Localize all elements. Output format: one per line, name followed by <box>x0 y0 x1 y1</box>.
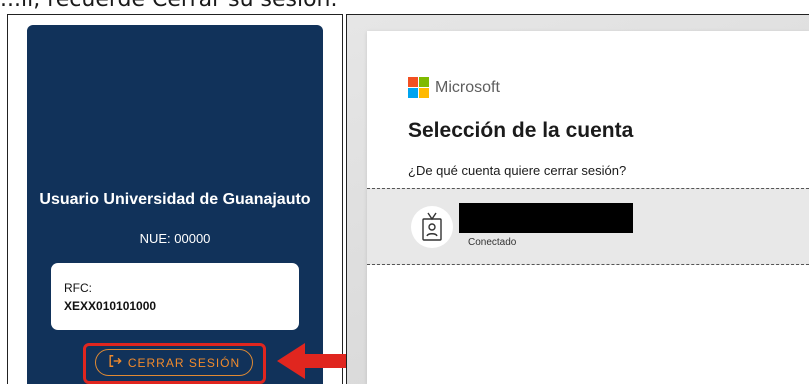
instruction-caption: ...ll, recuerde Cerrar su sesión. <box>0 0 420 13</box>
account-tile[interactable]: Conectado <box>367 188 809 265</box>
rfc-box: RFC: XEXX010101000 <box>51 263 299 330</box>
logout-icon <box>108 354 122 371</box>
question-text: ¿De qué cuenta quiere cerrar sesión? <box>408 163 627 178</box>
account-picker-card: Microsoft Selección de la cuenta ¿De qué… <box>367 31 809 384</box>
rfc-value: XEXX010101000 <box>64 299 157 313</box>
badge-icon <box>411 206 453 248</box>
rfc-label: RFC: <box>64 281 92 295</box>
user-name: Usuario Universidad de Guanajauto <box>39 191 311 208</box>
user-nue: NUE: 00000 <box>139 231 211 246</box>
microsoft-brand: Microsoft <box>435 78 500 96</box>
account-status: Conectado <box>468 237 517 248</box>
redacted-account-name <box>459 203 633 233</box>
profile-card: Usuario Universidad de Guanajauto NUE: 0… <box>27 25 323 384</box>
page-title: Selección de la cuenta <box>408 119 634 142</box>
logout-label: CERRAR SESIÓN <box>127 355 241 370</box>
microsoft-logo: Microsoft <box>408 77 500 98</box>
logout-button[interactable]: CERRAR SESIÓN <box>95 349 253 376</box>
microsoft-logo-icon <box>408 77 429 98</box>
